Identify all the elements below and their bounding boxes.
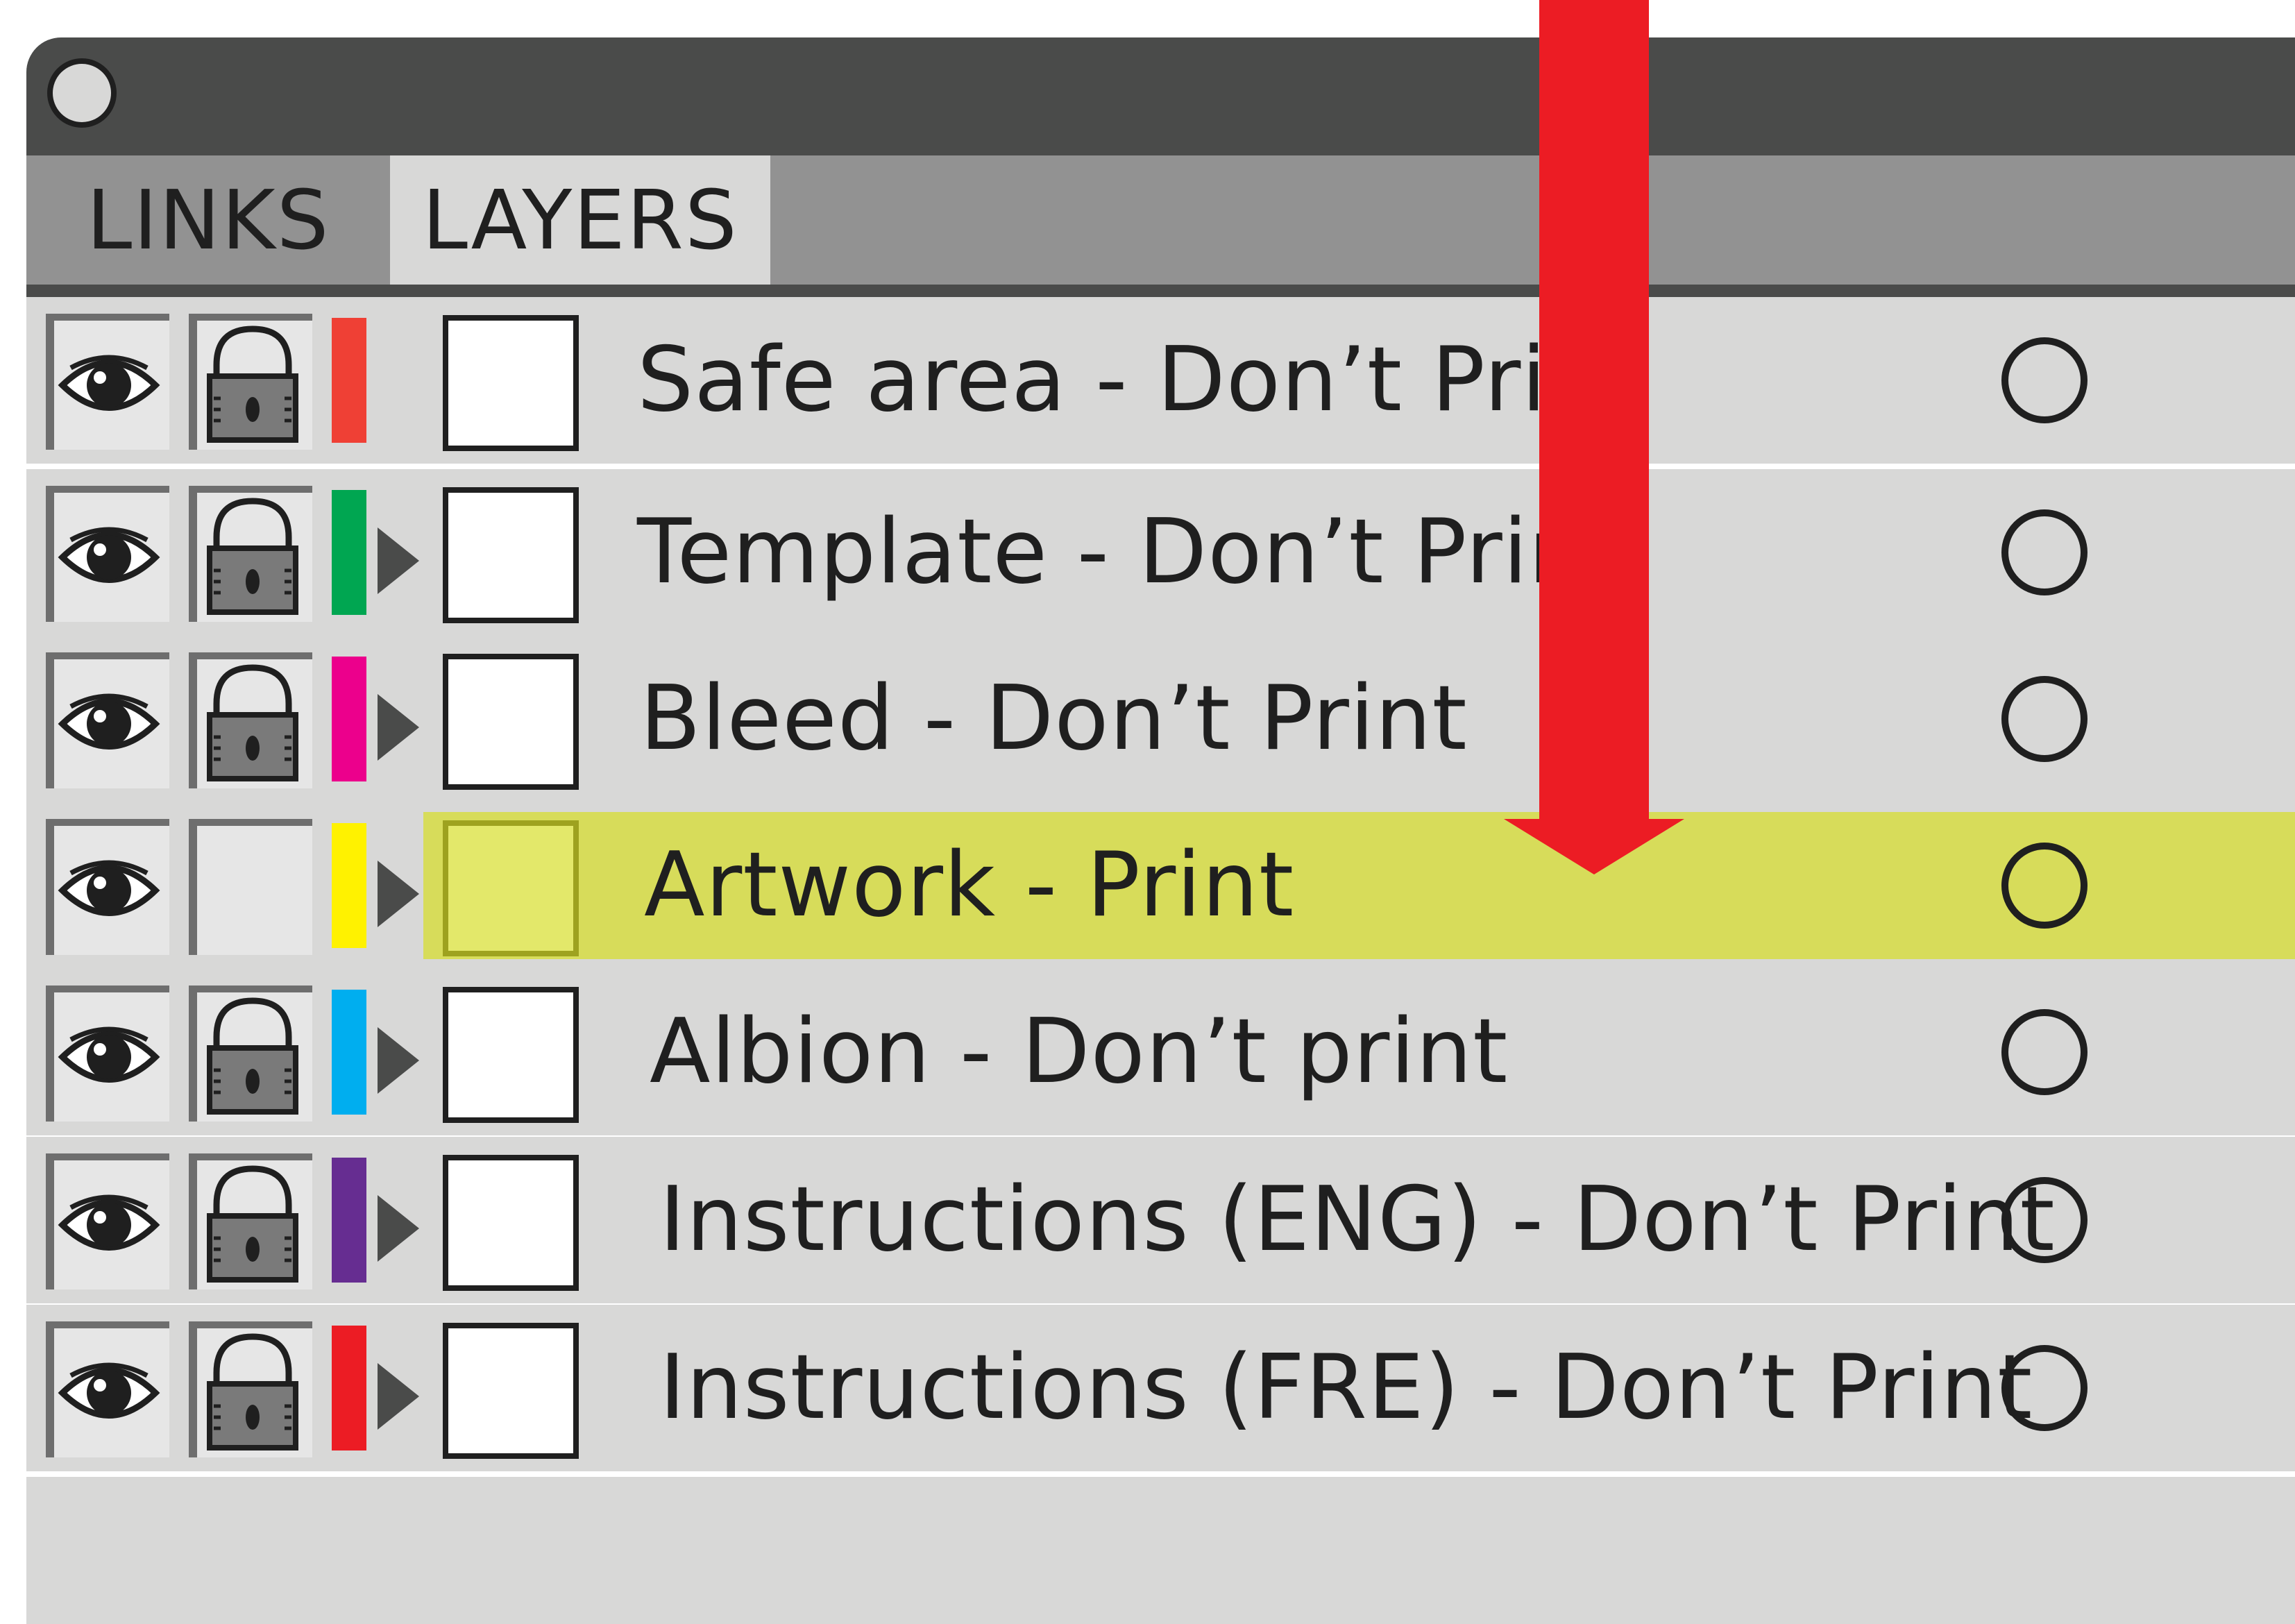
layer-color-swatch (332, 1326, 366, 1450)
lock-toggle[interactable] (189, 1321, 312, 1457)
row-divider (26, 464, 2295, 469)
triangle-right-icon[interactable] (378, 1027, 419, 1094)
layer-name[interactable]: Artwork - Print (644, 802, 1294, 969)
row-divider (26, 1471, 2295, 1477)
lock-toggle[interactable] (189, 652, 312, 788)
tab-bar-divider (26, 285, 2295, 297)
tab-layers[interactable]: LAYERS (390, 155, 770, 285)
triangle-right-icon[interactable] (378, 1195, 419, 1262)
layer-color-swatch (332, 1158, 366, 1283)
layer-name[interactable]: Bleed - Don’t Print (640, 636, 1468, 802)
panel-titlebar (26, 37, 2295, 155)
layer-row[interactable]: Artwork - Print (26, 802, 2295, 969)
layer-name[interactable]: Albion - Don’t print (650, 969, 1508, 1135)
layer-thumbnail (443, 987, 579, 1123)
visibility-toggle[interactable] (46, 986, 169, 1122)
close-button[interactable] (47, 58, 117, 128)
layer-thumbnail (443, 315, 579, 451)
layer-name[interactable]: Template - Don’t Print (637, 469, 1621, 636)
layer-thumbnail (443, 820, 579, 956)
layer-name[interactable]: Instructions (FRE) - Don’t Print (659, 1305, 2033, 1471)
layer-color-swatch (332, 657, 366, 781)
tab-bar: LINKS LAYERS (26, 155, 2295, 285)
layer-thumbnail (443, 1323, 579, 1459)
circle-target-icon[interactable] (2001, 337, 2087, 423)
circle-target-icon[interactable] (2001, 843, 2087, 929)
layer-thumbnail (443, 1155, 579, 1291)
arrow-down-icon (1539, 0, 1649, 819)
lock-toggle[interactable] (189, 986, 312, 1122)
layer-color-swatch (332, 823, 366, 948)
layer-row[interactable]: Safe area - Don’t Print (26, 297, 2295, 464)
layer-row[interactable]: Bleed - Don’t Print (26, 636, 2295, 802)
circle-target-icon[interactable] (2001, 1009, 2087, 1095)
triangle-right-icon[interactable] (378, 527, 419, 594)
arrow-head (1504, 819, 1684, 874)
visibility-toggle[interactable] (46, 1153, 169, 1289)
layer-row[interactable]: Instructions (ENG) - Don’t Print (26, 1137, 2295, 1303)
layer-row[interactable]: Instructions (FRE) - Don’t Print (26, 1305, 2295, 1471)
triangle-right-icon[interactable] (378, 861, 419, 927)
circle-target-icon[interactable] (2001, 676, 2087, 762)
circle-target-icon[interactable] (2001, 1345, 2087, 1431)
visibility-toggle[interactable] (46, 1321, 169, 1457)
layer-color-swatch (332, 490, 366, 615)
lock-toggle[interactable] (189, 486, 312, 622)
layers-panel: LINKS LAYERS Safe area - Don’t Print Temp… (26, 37, 2295, 1624)
layer-name[interactable]: Instructions (ENG) - Don’t Print (659, 1137, 2056, 1303)
lock-toggle[interactable] (189, 819, 312, 955)
lock-toggle[interactable] (189, 314, 312, 450)
circle-target-icon[interactable] (2001, 1177, 2087, 1263)
layer-color-swatch (332, 990, 366, 1115)
lock-toggle[interactable] (189, 1153, 312, 1289)
layer-row[interactable]: Template - Don’t Print (26, 469, 2295, 636)
layer-name[interactable]: Safe area - Don’t Print (637, 297, 1639, 464)
visibility-toggle[interactable] (46, 652, 169, 788)
triangle-right-icon[interactable] (378, 1363, 419, 1430)
visibility-toggle[interactable] (46, 486, 169, 622)
layer-thumbnail (443, 654, 579, 790)
triangle-right-icon[interactable] (378, 694, 419, 761)
layer-thumbnail (443, 487, 579, 623)
circle-target-icon[interactable] (2001, 509, 2087, 595)
layer-row[interactable]: Albion - Don’t print (26, 969, 2295, 1135)
visibility-toggle[interactable] (46, 819, 169, 955)
visibility-toggle[interactable] (46, 314, 169, 450)
layer-color-swatch (332, 318, 366, 443)
tab-links[interactable]: LINKS (26, 155, 390, 285)
